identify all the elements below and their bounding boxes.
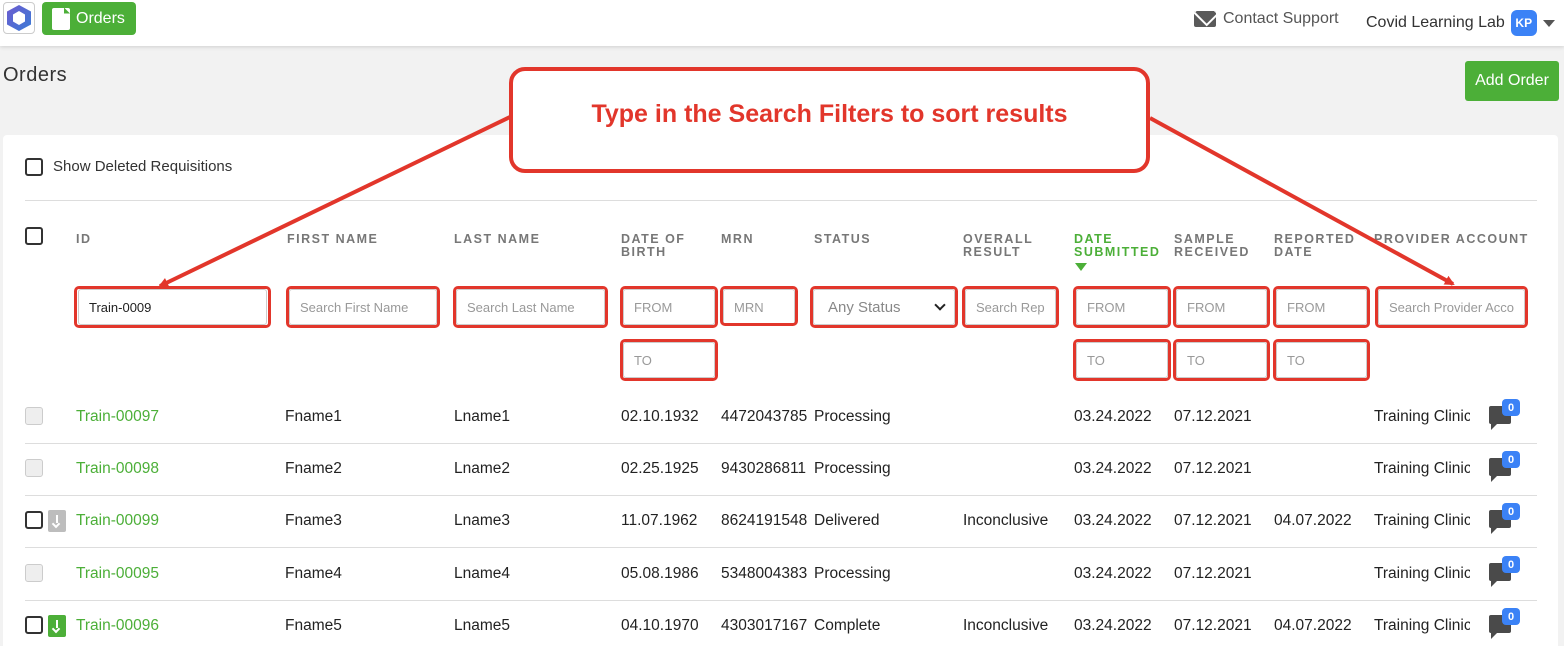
row-last-name: Lname3 bbox=[454, 512, 511, 529]
comments-button[interactable]: 0 bbox=[1470, 399, 1537, 435]
row-reported-date: 04.07.2022 bbox=[1274, 617, 1352, 634]
comment-count-badge: 0 bbox=[1502, 451, 1520, 468]
row-status: Processing bbox=[814, 408, 891, 425]
row-status: Complete bbox=[814, 617, 881, 634]
row-date-submitted: 03.24.2022 bbox=[1074, 617, 1152, 634]
row-provider-account: Training Clinic bbox=[1374, 565, 1470, 582]
row-first-name: Fname1 bbox=[285, 408, 342, 425]
row-sample-received: 07.12.2021 bbox=[1174, 617, 1252, 634]
row-divider bbox=[25, 443, 1537, 444]
row-select-checkbox[interactable] bbox=[25, 511, 43, 529]
row-sample-received: 07.12.2021 bbox=[1174, 408, 1252, 425]
row-date-submitted: 03.24.2022 bbox=[1074, 460, 1152, 477]
row-select-checkbox bbox=[25, 564, 43, 582]
comments-button[interactable]: 0 bbox=[1470, 451, 1537, 487]
comments-button[interactable]: 0 bbox=[1470, 608, 1537, 644]
row-mrn: 8624191548 bbox=[721, 512, 808, 529]
row-status: Delivered bbox=[814, 512, 880, 529]
row-first-name: Fname2 bbox=[285, 460, 342, 477]
arrow-to-id-filter bbox=[158, 115, 511, 288]
row-mrn: 9430286811 bbox=[721, 460, 807, 477]
comments-button[interactable]: 0 bbox=[1470, 556, 1537, 592]
row-provider-account: Training Clinic bbox=[1374, 617, 1470, 634]
row-first-name: Fname5 bbox=[285, 617, 342, 634]
row-mrn: 4303017167 bbox=[721, 617, 808, 634]
row-select-checkbox bbox=[25, 407, 43, 425]
row-provider-account: Training Clinic bbox=[1374, 460, 1470, 477]
row-divider bbox=[25, 547, 1537, 548]
row-first-name: Fname4 bbox=[285, 565, 342, 582]
row-id-link[interactable]: Train-00099 bbox=[76, 512, 159, 530]
row-id-link[interactable]: Train-00098 bbox=[76, 460, 159, 478]
row-mrn: 5348004383 bbox=[721, 565, 808, 582]
row-last-name: Lname4 bbox=[454, 565, 511, 582]
comment-count-badge: 0 bbox=[1502, 503, 1520, 520]
annotation-callout-text: Type in the Search Filters to sort resul… bbox=[591, 99, 1068, 128]
row-status: Processing bbox=[814, 565, 891, 582]
row-select-checkbox[interactable] bbox=[25, 616, 43, 634]
row-last-name: Lname5 bbox=[454, 617, 511, 634]
row-overall-result: Inconclusive bbox=[963, 512, 1049, 529]
row-last-name: Lname1 bbox=[454, 408, 511, 425]
row-mrn: 4472043785 bbox=[721, 408, 808, 425]
row-date-submitted: 03.24.2022 bbox=[1074, 408, 1152, 425]
download-report-icon[interactable] bbox=[48, 510, 66, 532]
row-select-checkbox bbox=[25, 459, 43, 477]
download-report-icon[interactable] bbox=[48, 615, 66, 637]
row-dob: 04.10.1970 bbox=[621, 617, 699, 634]
row-dob: 11.07.1962 bbox=[621, 512, 698, 529]
row-status: Processing bbox=[814, 460, 891, 477]
row-dob: 02.10.1932 bbox=[621, 408, 699, 425]
row-provider-account: Training Clinic bbox=[1374, 512, 1470, 529]
row-dob: 05.08.1986 bbox=[621, 565, 699, 582]
row-dob: 02.25.1925 bbox=[621, 460, 699, 477]
row-date-submitted: 03.24.2022 bbox=[1074, 565, 1152, 582]
row-divider bbox=[25, 600, 1537, 601]
row-id-link[interactable]: Train-00096 bbox=[76, 617, 159, 635]
row-sample-received: 07.12.2021 bbox=[1174, 512, 1252, 529]
row-reported-date: 04.07.2022 bbox=[1274, 512, 1352, 529]
comments-button[interactable]: 0 bbox=[1470, 503, 1537, 539]
row-overall-result: Inconclusive bbox=[963, 617, 1049, 634]
arrow-to-provider-filter bbox=[1149, 116, 1455, 286]
comment-count-badge: 0 bbox=[1502, 556, 1520, 573]
annotation-callout: Type in the Search Filters to sort resul… bbox=[509, 67, 1150, 173]
row-id-link[interactable]: Train-00097 bbox=[76, 408, 159, 426]
row-sample-received: 07.12.2021 bbox=[1174, 565, 1252, 582]
comment-count-badge: 0 bbox=[1502, 399, 1520, 416]
row-date-submitted: 03.24.2022 bbox=[1074, 512, 1152, 529]
row-provider-account: Training Clinic bbox=[1374, 408, 1470, 425]
row-sample-received: 07.12.2021 bbox=[1174, 460, 1252, 477]
comment-count-badge: 0 bbox=[1502, 608, 1520, 625]
row-first-name: Fname3 bbox=[285, 512, 342, 529]
row-divider bbox=[25, 495, 1537, 496]
row-last-name: Lname2 bbox=[454, 460, 511, 477]
row-id-link[interactable]: Train-00095 bbox=[76, 565, 159, 583]
